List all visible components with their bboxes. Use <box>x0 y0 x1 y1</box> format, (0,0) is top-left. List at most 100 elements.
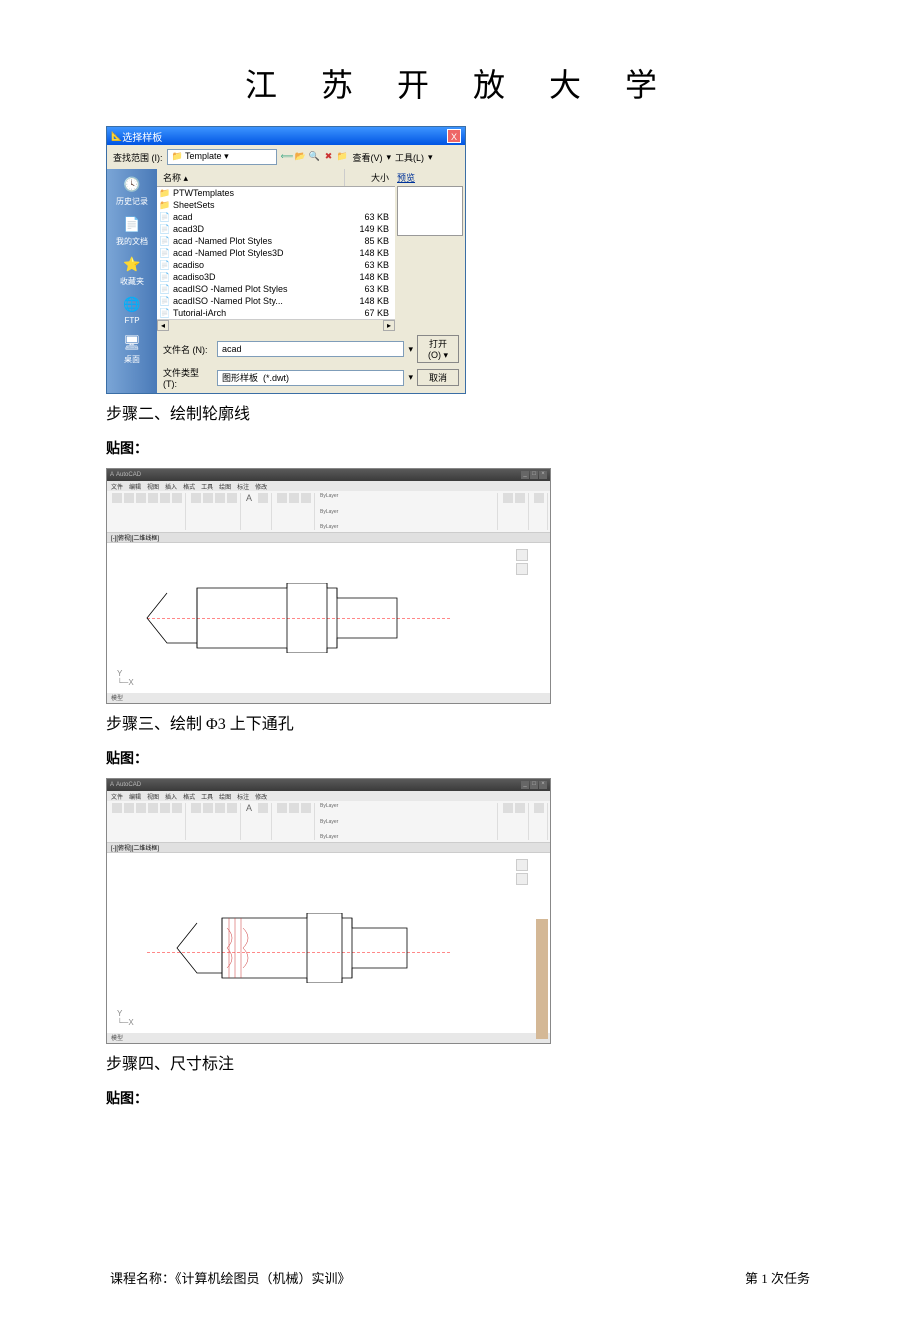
documents-icon: 📄 <box>121 213 143 235</box>
minimize-icon[interactable]: _ <box>521 781 529 789</box>
menu-item[interactable]: 绘图 <box>219 792 231 801</box>
up-icon[interactable]: 📂 <box>295 151 307 163</box>
file-row[interactable]: 📄acad -Named Plot Styles85 KB <box>157 235 395 247</box>
menu-item[interactable]: 插入 <box>165 482 177 491</box>
newfolder-icon[interactable]: 📁 <box>337 151 349 163</box>
history-icon: 🕓 <box>121 173 143 195</box>
sidebar-item-mydocs[interactable]: 📄我的文档 <box>116 213 148 247</box>
menu-item[interactable]: 工具 <box>201 792 213 801</box>
menu-item[interactable]: 修改 <box>255 792 267 801</box>
step4-image-label: 贴图： <box>106 1088 820 1108</box>
maximize-icon[interactable]: □ <box>530 781 538 789</box>
file-row[interactable]: 📄acadISO -Named Plot Sty...148 KB <box>157 295 395 307</box>
file-row[interactable]: 📄acadiso63 KB <box>157 259 395 271</box>
column-size[interactable]: 大小 <box>345 169 395 186</box>
desktop-icon: 🖥 <box>121 331 143 353</box>
close-icon[interactable]: × <box>539 781 547 789</box>
view-menu[interactable]: 查看(V) <box>353 151 383 164</box>
shaft-drawing-with-holes <box>167 913 467 983</box>
maximize-icon[interactable]: □ <box>530 471 538 479</box>
scrollbar[interactable]: ◂▸ <box>157 319 395 331</box>
cad-screenshot-1: AAutoCAD _□× 文件编辑视图插入格式工具绘图标注修改 A ByLaye… <box>106 468 551 704</box>
course-name: 课程名称：《计算机绘图员（机械）实训》 <box>110 1268 351 1287</box>
menu-item[interactable]: 格式 <box>183 792 195 801</box>
file-row[interactable]: 📄acadISO -Named Plot Styles63 KB <box>157 283 395 295</box>
preview-label: 预览 <box>397 171 463 184</box>
file-row[interactable]: 📄acadiso3D148 KB <box>157 271 395 283</box>
file-row[interactable]: 📁SheetSets <box>157 199 395 211</box>
step2-heading: 步骤二、绘制轮廓线 <box>106 400 820 424</box>
menu-item[interactable]: 编辑 <box>129 792 141 801</box>
nav-cube[interactable] <box>516 549 540 579</box>
step3-image-label: 贴图： <box>106 748 820 768</box>
ucs-icon: Y└─X <box>117 1009 134 1027</box>
filetype-label: 文件类型 (T): <box>163 366 213 389</box>
filetype-dropdown[interactable] <box>217 370 404 386</box>
cad-menubar: 文件编辑视图插入格式工具绘图标注修改 <box>107 481 550 491</box>
file-row[interactable]: 📁PTWTemplates <box>157 187 395 199</box>
cad-menubar: 文件编辑视图插入格式工具绘图标注修改 <box>107 791 550 801</box>
file-row[interactable]: 📄acad -Named Plot Styles3D148 KB <box>157 247 395 259</box>
preview-pane: 预览 <box>395 169 465 331</box>
delete-icon[interactable]: ✖ <box>323 151 335 163</box>
preview-box <box>397 186 463 236</box>
menu-item[interactable]: 插入 <box>165 792 177 801</box>
cad-screenshot-2: AAutoCAD _□× 文件编辑视图插入格式工具绘图标注修改 A ByLaye… <box>106 778 551 1044</box>
file-row[interactable]: 📄acad63 KB <box>157 211 395 223</box>
menu-item[interactable]: 文件 <box>111 482 123 491</box>
search-icon[interactable]: 🔍 <box>309 151 321 163</box>
column-name[interactable]: 名称 ▴ <box>157 169 345 186</box>
step3-heading: 步骤三、绘制 Φ3 上下通孔 <box>106 710 820 734</box>
cad-titlebar: AAutoCAD _□× <box>107 469 550 481</box>
tools-menu[interactable]: 工具(L) <box>395 151 424 164</box>
file-row[interactable]: 📄acad3D149 KB <box>157 223 395 235</box>
open-button[interactable]: 打开(O) ▾ <box>417 335 459 363</box>
file-row[interactable]: 📄Tutorial-iArch67 KB <box>157 307 395 319</box>
menu-item[interactable]: 标注 <box>237 792 249 801</box>
task-number: 第 1 次任务 <box>745 1268 810 1287</box>
file-list-area: 名称 ▴ 大小 📁PTWTemplates📁SheetSets📄acad63 K… <box>157 169 395 331</box>
cad-canvas[interactable]: Y└─X <box>107 543 550 693</box>
cad-canvas[interactable]: Y└─X <box>107 853 550 1033</box>
folder-dropdown[interactable]: 📁 Template ▾ <box>167 149 277 165</box>
step4-heading: 步骤四、尺寸标注 <box>106 1050 820 1074</box>
cad-ribbon: A ByLayerByLayerByLayer <box>107 801 550 843</box>
page-footer: 课程名称：《计算机绘图员（机械）实训》 第 1 次任务 <box>100 1268 820 1287</box>
menu-item[interactable]: 工具 <box>201 482 213 491</box>
sidebar-item-history[interactable]: 🕓历史记录 <box>116 173 148 207</box>
menu-item[interactable]: 绘图 <box>219 482 231 491</box>
dialog-title: 选择样板 <box>122 129 162 144</box>
sidebar-item-desktop[interactable]: 🖥桌面 <box>121 331 143 365</box>
menu-item[interactable]: 修改 <box>255 482 267 491</box>
cad-titlebar: AAutoCAD _□× <box>107 779 550 791</box>
step2-image-label: 贴图： <box>106 438 820 458</box>
menu-item[interactable]: 文件 <box>111 792 123 801</box>
minimize-icon[interactable]: _ <box>521 471 529 479</box>
cancel-button[interactable]: 取消 <box>417 369 459 386</box>
dialog-titlebar: 📐 选择样板 X <box>107 127 465 145</box>
template-select-dialog: 📐 选择样板 X 查找范围 (I): 📁 Template ▾ ⟸ 📂 🔍 ✖ … <box>106 126 466 394</box>
right-toolbar[interactable] <box>536 919 548 1039</box>
star-icon: ⭐ <box>121 253 143 275</box>
autocad-logo-icon: A <box>110 782 114 788</box>
nav-cube[interactable] <box>516 859 540 889</box>
menu-item[interactable]: 视图 <box>147 792 159 801</box>
ucs-icon: Y└─X <box>117 669 134 687</box>
cad-statusbar: 模型 <box>107 1033 550 1043</box>
sidebar-item-ftp[interactable]: 🌐FTP <box>121 293 143 325</box>
menu-item[interactable]: 编辑 <box>129 482 141 491</box>
close-icon[interactable]: × <box>539 471 547 479</box>
filename-input[interactable] <box>217 341 404 357</box>
sidebar-item-favorites[interactable]: ⭐收藏夹 <box>120 253 144 287</box>
menu-item[interactable]: 格式 <box>183 482 195 491</box>
shaft-drawing <box>137 583 457 653</box>
close-icon[interactable]: X <box>447 129 461 143</box>
cad-viewport-label: [-][俯视][二维线框] <box>107 533 550 543</box>
cad-ribbon: A ByLayerByLayerByLayer <box>107 491 550 533</box>
back-icon[interactable]: ⟸ <box>281 151 293 163</box>
menu-item[interactable]: 视图 <box>147 482 159 491</box>
autocad-logo-icon: A <box>110 472 114 478</box>
page-title: 江 苏 开 放 大 学 <box>100 60 820 106</box>
menu-item[interactable]: 标注 <box>237 482 249 491</box>
places-sidebar: 🕓历史记录 📄我的文档 ⭐收藏夹 🌐FTP 🖥桌面 <box>107 169 157 393</box>
